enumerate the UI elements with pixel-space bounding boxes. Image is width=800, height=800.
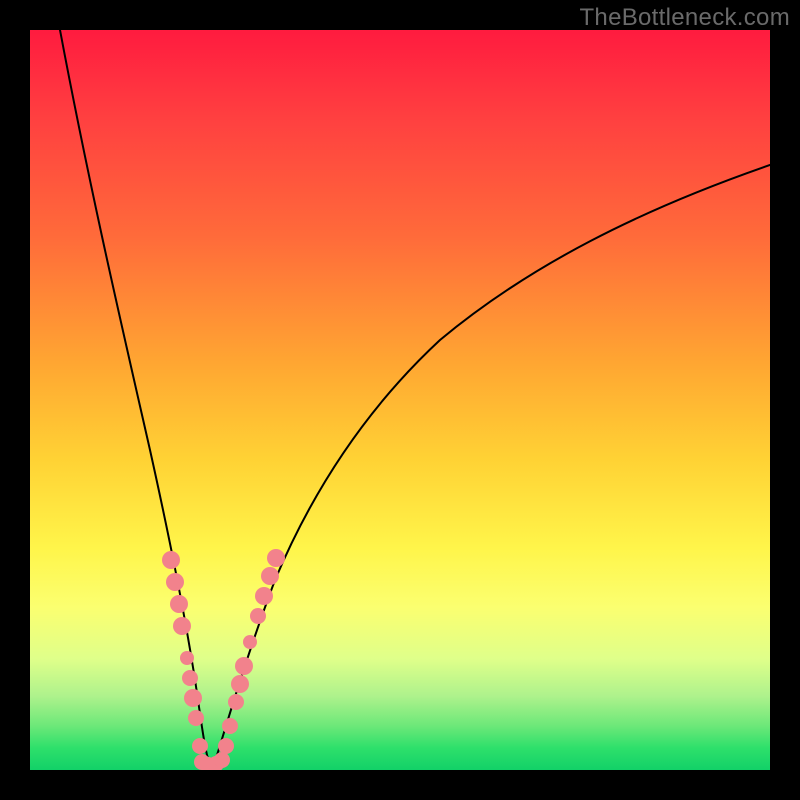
bead	[184, 689, 202, 707]
bead	[166, 573, 184, 591]
bottleneck-curve	[30, 30, 770, 770]
bead	[235, 657, 253, 675]
watermark-text: TheBottleneck.com	[579, 4, 790, 32]
bead	[188, 710, 204, 726]
bead	[267, 549, 285, 567]
bead	[222, 718, 238, 734]
curve-right-branch	[214, 165, 770, 765]
bead	[228, 694, 244, 710]
bead	[170, 595, 188, 613]
bead	[180, 651, 194, 665]
bead	[250, 608, 266, 624]
bead	[192, 738, 208, 754]
bead	[255, 587, 273, 605]
bead	[218, 738, 234, 754]
bead	[182, 670, 198, 686]
bead	[231, 675, 249, 693]
bead	[162, 551, 180, 569]
chart-plot-area	[30, 30, 770, 770]
bead	[243, 635, 257, 649]
bead	[214, 752, 230, 768]
bead	[173, 617, 191, 635]
chart-frame: TheBottleneck.com	[0, 0, 800, 800]
bead	[261, 567, 279, 585]
